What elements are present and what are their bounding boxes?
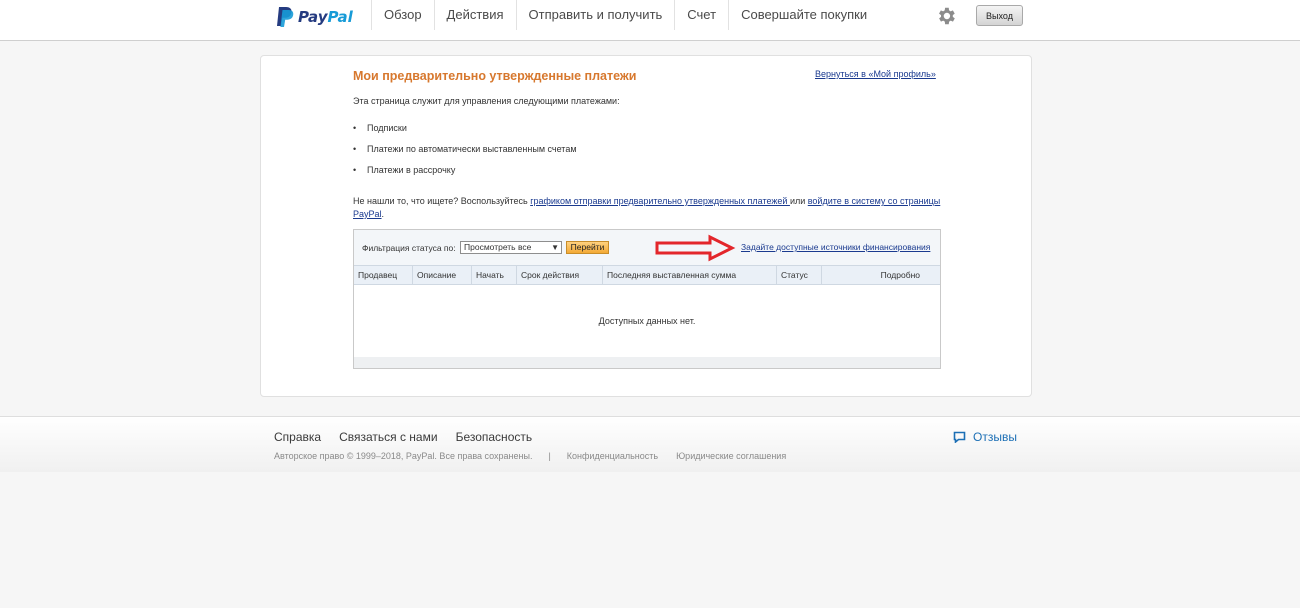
paypal-wordmark: PayPal xyxy=(298,8,353,26)
payments-table: Фильтрация статуса по: Просмотреть все ▼… xyxy=(353,229,941,369)
nav-account[interactable]: Счет xyxy=(674,0,728,30)
paypal-logo[interactable]: PayPal xyxy=(276,5,353,29)
list-item: Платежи в рассрочку xyxy=(353,165,577,186)
col-header-description[interactable]: Описание xyxy=(413,266,472,284)
table-footer-bar xyxy=(354,357,940,368)
go-button[interactable]: Перейти xyxy=(566,241,609,254)
footer-help-link[interactable]: Справка xyxy=(274,430,321,444)
payment-types-list: Подписки Платежи по автоматически выстав… xyxy=(353,123,577,186)
col-header-seller[interactable]: Продавец xyxy=(354,266,413,284)
footer-contact-link[interactable]: Связаться с нами xyxy=(339,430,437,444)
col-header-status[interactable]: Статус xyxy=(777,266,822,284)
col-header-start[interactable]: Начать xyxy=(472,266,517,284)
nav-overview[interactable]: Обзор xyxy=(371,0,434,30)
separator: | xyxy=(548,451,551,461)
help-text-end: . xyxy=(381,209,385,219)
intro-text: Эта страница служит для управления следу… xyxy=(353,96,620,106)
col-header-expiry[interactable]: Срок действия xyxy=(517,266,603,284)
nav-send-receive[interactable]: Отправить и получить xyxy=(515,0,675,30)
table-header-row: Продавец Описание Начать Срок действия П… xyxy=(354,265,940,285)
copyright-text: Авторское право © 1999–2018, PayPal. Все… xyxy=(274,451,533,461)
nav-activity[interactable]: Действия xyxy=(433,0,516,30)
logout-button[interactable]: Выход xyxy=(976,5,1023,26)
gear-icon[interactable] xyxy=(935,5,957,27)
feedback-label: Отзывы xyxy=(973,430,1017,444)
help-text-mid: или xyxy=(789,196,808,206)
footer-links: Справка Связаться с нами Безопасность xyxy=(274,430,532,444)
main-nav: Обзор Действия Отправить и получить Счет… xyxy=(371,0,879,32)
preapproved-schedule-link[interactable]: графиком отправки предварительно утвержд… xyxy=(530,196,790,206)
footer-security-link[interactable]: Безопасность xyxy=(456,430,533,444)
paypal-p-icon xyxy=(277,7,294,27)
legal-agreements-link[interactable]: Юридические соглашения xyxy=(676,451,786,461)
col-header-details: Подробно xyxy=(880,270,920,280)
funding-sources-link[interactable]: Задайте доступные источники финансирован… xyxy=(741,242,930,252)
main-card: Мои предварительно утвержденные платежи … xyxy=(260,55,1032,397)
top-header: PayPal Обзор Действия Отправить и получи… xyxy=(0,0,1300,41)
back-to-profile-link[interactable]: Вернуться в «Мой профиль» xyxy=(815,69,936,79)
page-title: Мои предварительно утвержденные платежи xyxy=(353,69,637,83)
help-text-start: Не нашли то, что ищете? Воспользуйтесь xyxy=(353,196,531,206)
col-header-last-amount[interactable]: Последняя выставленная сумма xyxy=(603,266,777,284)
empty-state-message: Доступных данных нет. xyxy=(598,316,696,326)
speech-bubble-icon xyxy=(953,431,966,443)
help-text: Не нашли то, что ищете? Воспользуйтесь г… xyxy=(353,195,941,221)
filter-selected-value: Просмотреть все xyxy=(464,242,532,252)
page-footer: Справка Связаться с нами Безопасность Ав… xyxy=(0,416,1300,472)
dropdown-arrow-icon: ▼ xyxy=(551,243,559,252)
privacy-link[interactable]: Конфиденциальность xyxy=(567,451,658,461)
list-item: Подписки xyxy=(353,123,577,144)
legal-row: Авторское право © 1999–2018, PayPal. Все… xyxy=(274,451,786,461)
filter-label: Фильтрация статуса по: xyxy=(362,243,456,253)
filter-bar: Фильтрация статуса по: Просмотреть все ▼… xyxy=(354,230,940,265)
status-filter-select[interactable]: Просмотреть все ▼ xyxy=(460,241,562,254)
feedback-link[interactable]: Отзывы xyxy=(953,430,1017,444)
red-arrow-annotation-icon xyxy=(655,234,736,262)
nav-shop[interactable]: Совершайте покупки xyxy=(728,0,879,30)
list-item: Платежи по автоматически выставленным сч… xyxy=(353,144,577,165)
